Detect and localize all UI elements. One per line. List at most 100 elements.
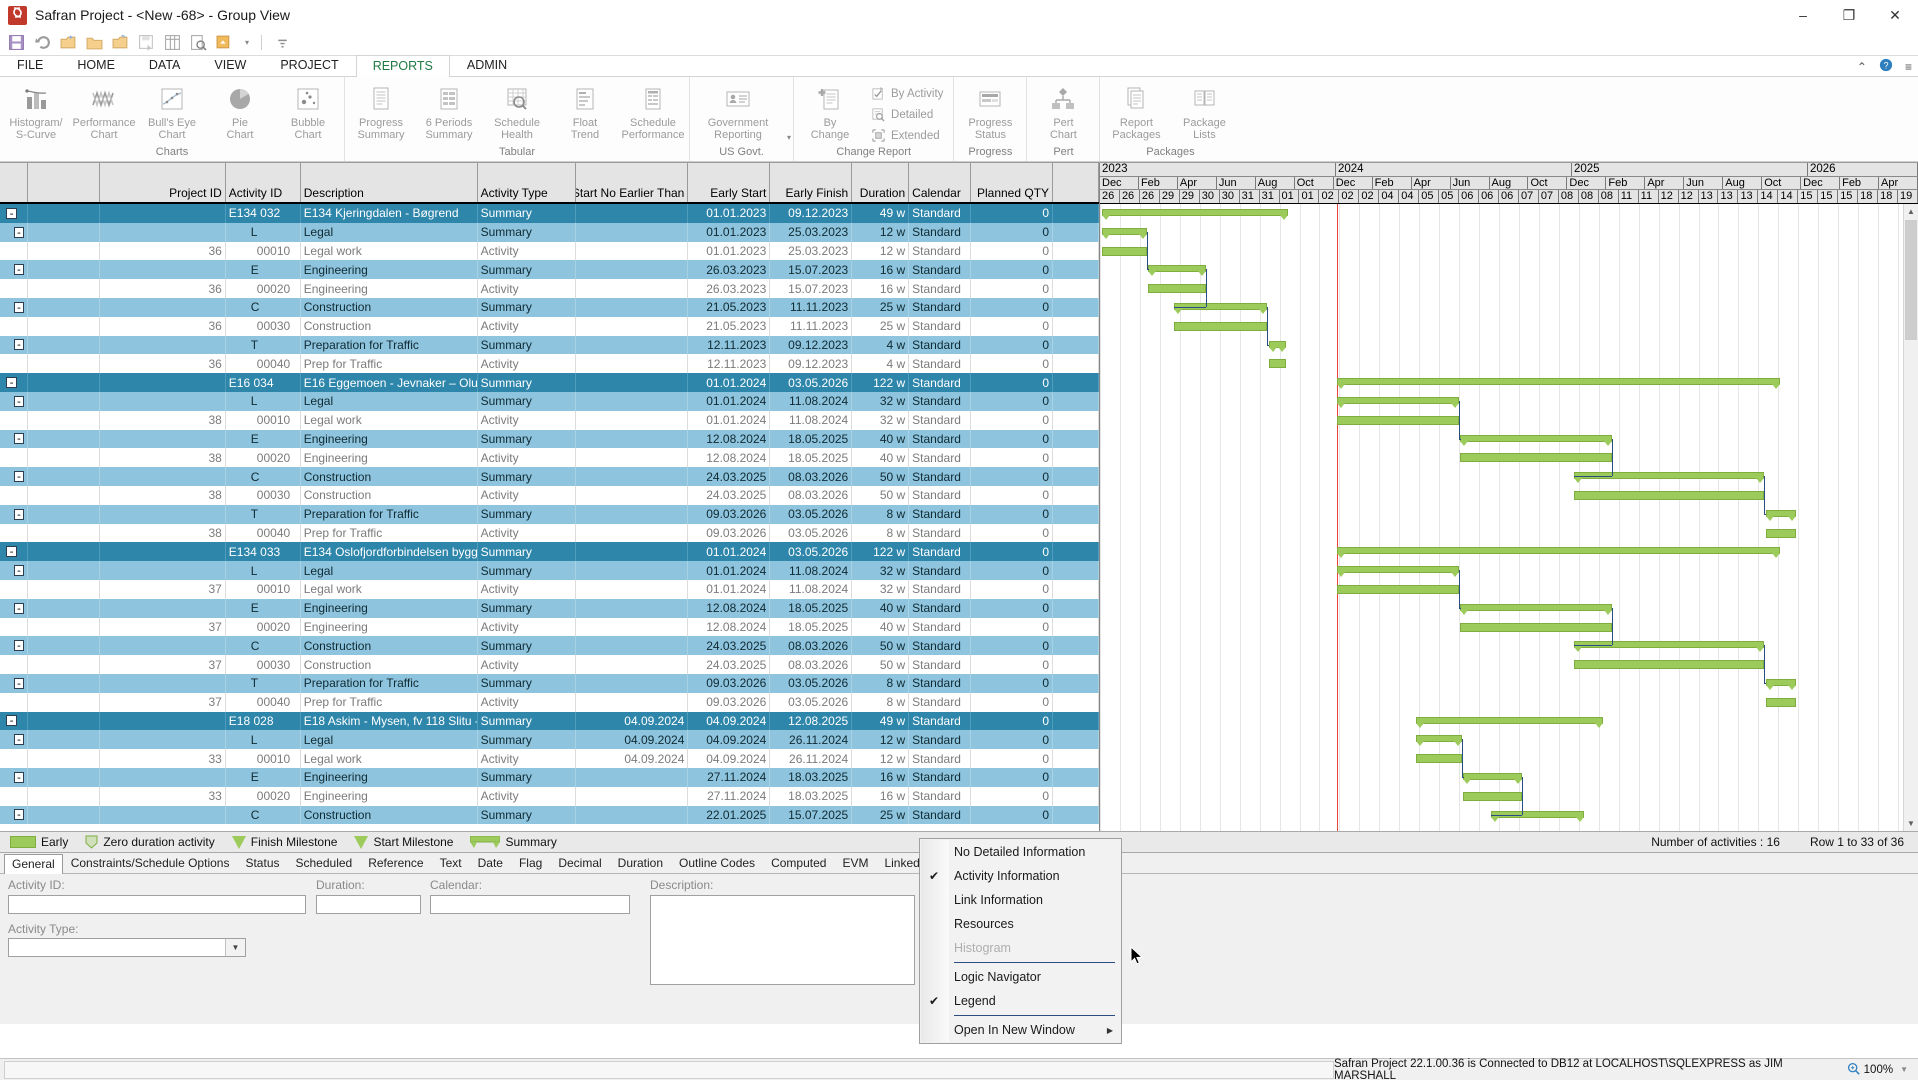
cell-duration[interactable]: 32 w xyxy=(852,392,909,411)
cell-early_finish[interactable]: 09.12.2023 xyxy=(770,336,852,355)
cell-duration[interactable]: 40 w xyxy=(852,599,909,618)
cell-blank[interactable] xyxy=(1053,336,1099,355)
cell-calendar[interactable]: Standard xyxy=(909,674,971,693)
cell-activity_id[interactable]: 00010 xyxy=(226,580,301,599)
cell-early_finish[interactable]: 08.03.2026 xyxy=(770,636,852,655)
cell-duration[interactable]: 8 w xyxy=(852,674,909,693)
cell-start_no_earlier_than[interactable] xyxy=(576,806,688,825)
ribbon-tab-data[interactable]: DATA xyxy=(132,54,197,76)
cell-activity_id[interactable]: C xyxy=(226,636,301,655)
detailed-button[interactable]: Detailed xyxy=(866,104,947,125)
cell-description[interactable]: Engineering xyxy=(301,260,478,279)
cell-planned_qty[interactable]: 0 xyxy=(971,749,1053,768)
cell-expander[interactable] xyxy=(0,279,28,298)
cell-expander[interactable]: - xyxy=(0,392,28,411)
cell-blank[interactable] xyxy=(1053,636,1099,655)
cell-duration[interactable]: 32 w xyxy=(852,561,909,580)
cell-duration[interactable]: 50 w xyxy=(852,655,909,674)
cell-spacer[interactable] xyxy=(28,298,100,317)
cell-activity_id[interactable]: L xyxy=(226,223,301,242)
cell-project_id[interactable]: 38 xyxy=(100,448,226,467)
cell-expander[interactable]: - xyxy=(0,768,28,787)
cell-planned_qty[interactable]: 0 xyxy=(971,298,1053,317)
cell-early_start[interactable]: 21.05.2023 xyxy=(688,298,770,317)
cell-early_finish[interactable]: 11.11.2023 xyxy=(770,298,852,317)
grid-header-row[interactable]: Project IDActivity IDDescriptionActivity… xyxy=(0,163,1099,204)
cell-calendar[interactable]: Standard xyxy=(909,392,971,411)
cell-activity_id[interactable]: L xyxy=(226,392,301,411)
cell-project_id[interactable]: 37 xyxy=(100,580,226,599)
cell-description[interactable]: Engineering xyxy=(301,430,478,449)
table-row[interactable]: -EEngineeringSummary12.08.202418.05.2025… xyxy=(0,599,1099,618)
cell-spacer[interactable] xyxy=(28,730,100,749)
performance-chart-button[interactable]: Performance Chart xyxy=(70,81,138,141)
cell-early_start[interactable]: 01.01.2024 xyxy=(688,580,770,599)
table-row[interactable]: 3800040Prep for TrafficActivity09.03.202… xyxy=(0,524,1099,543)
table-row[interactable]: -TPreparation for TrafficSummary12.11.20… xyxy=(0,336,1099,355)
cell-blank[interactable] xyxy=(1053,524,1099,543)
row-collapse-icon[interactable]: - xyxy=(6,715,17,726)
cell-expander[interactable] xyxy=(0,787,28,806)
cell-start_no_earlier_than[interactable] xyxy=(576,768,688,787)
cell-early_start[interactable]: 12.08.2024 xyxy=(688,430,770,449)
table-row[interactable]: -E18 028E18 Askim - Mysen, fv 118 Slitu … xyxy=(0,712,1099,731)
row-collapse-icon[interactable]: - xyxy=(14,734,24,745)
cell-spacer[interactable] xyxy=(28,636,100,655)
cell-spacer[interactable] xyxy=(28,242,100,261)
cell-early_start[interactable]: 01.01.2023 xyxy=(688,204,770,223)
cell-start_no_earlier_than[interactable] xyxy=(576,580,688,599)
gantt-summary-bar[interactable] xyxy=(1416,735,1462,742)
cell-activity_type[interactable]: Summary xyxy=(478,336,577,355)
cell-early_finish[interactable]: 08.03.2026 xyxy=(770,655,852,674)
cell-planned_qty[interactable]: 0 xyxy=(971,505,1053,524)
cell-duration[interactable]: 4 w xyxy=(852,336,909,355)
zoom-caret-icon[interactable]: ▼ xyxy=(1900,1065,1908,1074)
cell-early_start[interactable]: 12.11.2023 xyxy=(688,336,770,355)
cell-project_id[interactable]: 38 xyxy=(100,486,226,505)
gantt-activity-bar[interactable] xyxy=(1463,792,1522,801)
cell-project_id[interactable]: 37 xyxy=(100,655,226,674)
cell-blank[interactable] xyxy=(1053,561,1099,580)
cell-description[interactable]: Construction xyxy=(301,486,478,505)
gantt-summary-bar[interactable] xyxy=(1337,397,1459,404)
cell-spacer[interactable] xyxy=(28,392,100,411)
grid-column-header-start_no_earlier_than[interactable]: Start No Earlier Than xyxy=(576,163,688,202)
calendar-field[interactable] xyxy=(430,895,630,914)
cell-activity_type[interactable]: Activity xyxy=(478,693,577,712)
cell-early_finish[interactable]: 09.12.2023 xyxy=(770,204,852,223)
table-row[interactable]: 3800010Legal workActivity01.01.202411.08… xyxy=(0,411,1099,430)
cell-activity_id[interactable]: E xyxy=(226,260,301,279)
cell-planned_qty[interactable]: 0 xyxy=(971,768,1053,787)
cell-description[interactable]: E18 Askim - Mysen, fv 118 Slitu - Se xyxy=(301,712,478,731)
cell-spacer[interactable] xyxy=(28,599,100,618)
ribbon-tab-reports[interactable]: REPORTS xyxy=(356,55,450,77)
gantt-activity-bar[interactable] xyxy=(1460,453,1612,462)
cell-activity_id[interactable]: C xyxy=(226,806,301,825)
scroll-up-arrow-icon[interactable]: ▲ xyxy=(1904,204,1918,219)
cell-start_no_earlier_than[interactable] xyxy=(576,787,688,806)
cell-expander[interactable] xyxy=(0,242,28,261)
cell-planned_qty[interactable]: 0 xyxy=(971,260,1053,279)
gantt-activity-bar[interactable] xyxy=(1148,284,1206,293)
cell-duration[interactable]: 16 w xyxy=(852,787,909,806)
cell-spacer[interactable] xyxy=(28,373,100,392)
cell-early_start[interactable]: 01.01.2023 xyxy=(688,223,770,242)
cell-activity_id[interactable]: C xyxy=(226,467,301,486)
progress-status-button[interactable]: Progress Status xyxy=(956,81,1024,141)
cell-early_finish[interactable]: 18.05.2025 xyxy=(770,448,852,467)
cell-early_finish[interactable]: 18.05.2025 xyxy=(770,618,852,637)
cell-blank[interactable] xyxy=(1053,674,1099,693)
gantt-activity-bar[interactable] xyxy=(1460,623,1612,632)
cell-spacer[interactable] xyxy=(28,260,100,279)
cell-start_no_earlier_than[interactable] xyxy=(576,223,688,242)
cell-start_no_earlier_than[interactable] xyxy=(576,317,688,336)
cell-early_start[interactable]: 01.01.2024 xyxy=(688,542,770,561)
new-project-icon[interactable] xyxy=(60,34,77,51)
cell-calendar[interactable]: Standard xyxy=(909,542,971,561)
cell-project_id[interactable] xyxy=(100,467,226,486)
cell-spacer[interactable] xyxy=(28,806,100,825)
cell-duration[interactable]: 16 w xyxy=(852,279,909,298)
cell-blank[interactable] xyxy=(1053,392,1099,411)
detail-tab-outline-codes[interactable]: Outline Codes xyxy=(671,853,763,873)
cell-blank[interactable] xyxy=(1053,354,1099,373)
